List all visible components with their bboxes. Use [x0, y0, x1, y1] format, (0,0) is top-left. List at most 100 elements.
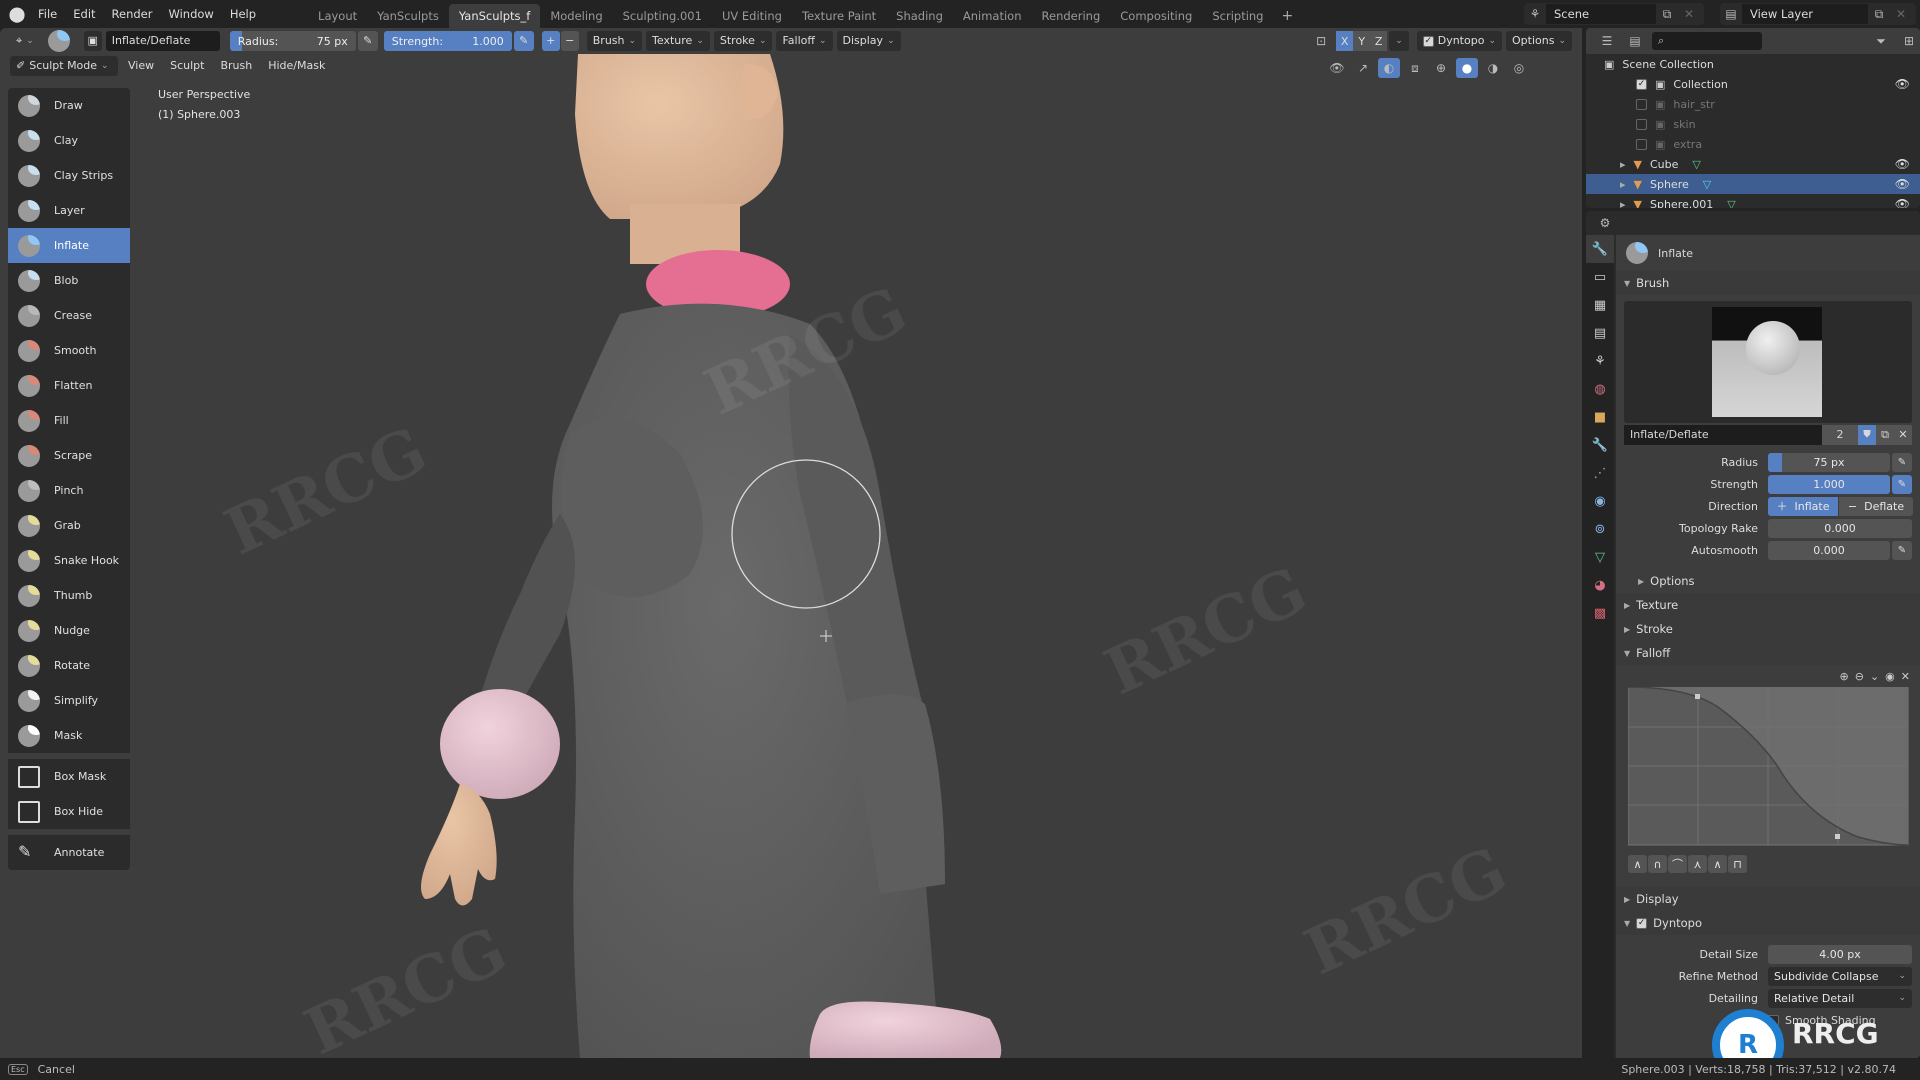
- tab-scripting[interactable]: Scripting: [1202, 4, 1273, 28]
- hide-mask-menu[interactable]: Hide/Mask: [262, 56, 331, 76]
- symmetry-dropdown[interactable]: ⌄: [1389, 31, 1409, 51]
- tool-box-hide[interactable]: Box Hide: [8, 794, 130, 829]
- tab-rendering[interactable]: Rendering: [1032, 4, 1111, 28]
- options-subpanel[interactable]: ▶ Options: [1616, 569, 1920, 593]
- delete-scene-icon[interactable]: ✕: [1678, 4, 1700, 24]
- radius-prop-pressure-icon[interactable]: ✎: [1892, 452, 1912, 472]
- autosmooth-field[interactable]: 0.000: [1768, 540, 1890, 560]
- preset-constant-icon[interactable]: ⊓: [1728, 855, 1747, 873]
- zoom-in-icon[interactable]: ⊕: [1840, 670, 1849, 683]
- curve-tools-dropdown[interactable]: ⌄: [1870, 670, 1879, 683]
- mesh-data-icon[interactable]: ▽: [1727, 198, 1735, 209]
- menu-render[interactable]: Render: [104, 0, 161, 28]
- direction-deflate-button[interactable]: − Deflate: [1839, 496, 1913, 516]
- brush-preview-box[interactable]: [1624, 301, 1912, 423]
- properties-editor-type-icon[interactable]: ⚙: [1594, 213, 1616, 233]
- tool-clay[interactable]: Clay: [8, 123, 130, 158]
- tool-thumb[interactable]: Thumb: [8, 578, 130, 613]
- view-layer-name-field[interactable]: View Layer: [1742, 4, 1868, 24]
- expand-arrow-icon[interactable]: ▸: [1620, 158, 1626, 171]
- scene-icon[interactable]: ⚘: [1524, 4, 1546, 24]
- preset-smooth-icon[interactable]: ∧: [1628, 855, 1647, 873]
- exclude-checkbox[interactable]: [1636, 138, 1647, 150]
- falloff-curve[interactable]: [1628, 687, 1910, 847]
- new-collection-icon[interactable]: ⊞: [1898, 31, 1920, 51]
- display-menu[interactable]: Display ⌄: [836, 31, 901, 51]
- tool-simplify[interactable]: Simplify: [8, 683, 130, 718]
- tab-texture-icon[interactable]: ▩: [1586, 599, 1614, 627]
- tab-data-icon[interactable]: ▽: [1586, 543, 1614, 571]
- falloff-menu[interactable]: Falloff ⌄: [776, 31, 833, 51]
- tool-snake-hook[interactable]: Snake Hook: [8, 543, 130, 578]
- tool-blob[interactable]: Blob: [8, 263, 130, 298]
- dyntopo-panel[interactable]: ▼ ✓ Dyntopo: [1616, 911, 1920, 935]
- menu-edit[interactable]: Edit: [65, 0, 103, 28]
- outliner-scene-collection[interactable]: ▣ Scene Collection: [1586, 54, 1920, 74]
- 3d-viewport[interactable]: RRCG RRCG RRCG RRCG RRCG User Perspectiv…: [0, 54, 1582, 1058]
- strength-pressure-icon[interactable]: ✎: [513, 31, 534, 51]
- duplicate-brush-icon[interactable]: ⧉: [1876, 425, 1894, 445]
- dyntopo-checkbox[interactable]: ✓: [1422, 35, 1434, 47]
- scene-name-field[interactable]: Scene: [1546, 4, 1656, 24]
- strength-prop-pressure-icon[interactable]: ✎: [1892, 474, 1912, 494]
- topology-rake-field[interactable]: 0.000: [1768, 518, 1912, 538]
- blender-logo-icon[interactable]: ⬤: [4, 0, 30, 28]
- delete-view-layer-icon[interactable]: ✕: [1890, 4, 1912, 24]
- preset-linear-icon[interactable]: ∧: [1708, 855, 1727, 873]
- visibility-eye-icon[interactable]: 👁: [1895, 77, 1910, 91]
- tab-output-icon[interactable]: ▦: [1586, 291, 1614, 319]
- tool-inflate[interactable]: Inflate: [8, 228, 130, 263]
- tool-crease[interactable]: Crease: [8, 298, 130, 333]
- visibility-eye-icon[interactable]: 👁: [1895, 177, 1910, 191]
- tab-scene-icon[interactable]: ⚘: [1586, 347, 1614, 375]
- texture-menu[interactable]: Texture ⌄: [646, 31, 710, 51]
- preset-root-icon[interactable]: ⌒: [1668, 855, 1687, 873]
- tool-fill[interactable]: Fill: [8, 403, 130, 438]
- tool-flatten[interactable]: Flatten: [8, 368, 130, 403]
- view-layer-icon[interactable]: ▤: [1720, 4, 1742, 24]
- brush-preview-icon[interactable]: [47, 30, 70, 52]
- filter-view-layer-icon[interactable]: ▤: [1624, 31, 1646, 51]
- tab-render-icon[interactable]: ▭: [1586, 263, 1614, 291]
- inflate-direction-button[interactable]: +: [541, 31, 560, 51]
- outliner-row-extra[interactable]: ▣ extra: [1586, 134, 1920, 154]
- mesh-data-icon[interactable]: ▽: [1692, 158, 1700, 171]
- detailing-dropdown[interactable]: Relative Detail ⌄: [1768, 988, 1912, 1008]
- tool-grab[interactable]: Grab: [8, 508, 130, 543]
- display-panel[interactable]: ▶ Display: [1616, 887, 1920, 911]
- tab-particles-icon[interactable]: ⋰: [1586, 459, 1614, 487]
- radius-prop-field[interactable]: 75 px: [1768, 452, 1890, 472]
- outliner-row-sphere[interactable]: ▸ ▼ Sphere ▽ 👁: [1586, 174, 1920, 194]
- tool-annotate[interactable]: ✎ Annotate: [8, 835, 130, 870]
- display-mode-icon[interactable]: ☰: [1596, 31, 1618, 51]
- new-view-layer-icon[interactable]: ⧉: [1868, 4, 1890, 24]
- tab-physics-icon[interactable]: ◉: [1586, 487, 1614, 515]
- symmetry-z-toggle[interactable]: Z: [1370, 31, 1388, 51]
- radius-field[interactable]: Radius: 75 px: [229, 31, 356, 51]
- tool-scrape[interactable]: Scrape: [8, 438, 130, 473]
- outliner-search-input[interactable]: ⌕: [1652, 32, 1762, 50]
- expand-arrow-icon[interactable]: ▸: [1620, 198, 1626, 209]
- preset-sharp-icon[interactable]: ⋏: [1688, 855, 1707, 873]
- symmetry-icon[interactable]: ⊡: [1310, 31, 1332, 51]
- menu-help[interactable]: Help: [222, 0, 264, 28]
- refine-method-dropdown[interactable]: Subdivide Collapse ⌄: [1768, 966, 1912, 986]
- tab-modeling[interactable]: Modeling: [540, 4, 612, 28]
- tool-box-mask[interactable]: Box Mask: [8, 759, 130, 794]
- tab-compositing[interactable]: Compositing: [1110, 4, 1202, 28]
- add-workspace-button[interactable]: +: [1273, 4, 1301, 28]
- menu-file[interactable]: File: [30, 0, 65, 28]
- strength-field[interactable]: Strength: 1.000: [383, 31, 512, 51]
- deflate-direction-button[interactable]: −: [560, 31, 579, 51]
- outliner-row-cube[interactable]: ▸ ▼ Cube ▽ 👁: [1586, 154, 1920, 174]
- tab-yansculpts-f[interactable]: YanSculpts_f: [448, 4, 541, 28]
- view-menu[interactable]: View: [122, 56, 160, 76]
- brush-name-field[interactable]: Inflate/Deflate: [105, 31, 220, 51]
- sculpt-menu[interactable]: Sculpt: [164, 56, 210, 76]
- tab-object-icon[interactable]: ■: [1586, 403, 1614, 431]
- tool-pinch[interactable]: Pinch: [8, 473, 130, 508]
- tab-world-icon[interactable]: ◍: [1586, 375, 1614, 403]
- brush-menu-2[interactable]: Brush: [214, 56, 258, 76]
- tab-layout[interactable]: Layout: [308, 4, 367, 28]
- tool-clay-strips[interactable]: Clay Strips: [8, 158, 130, 193]
